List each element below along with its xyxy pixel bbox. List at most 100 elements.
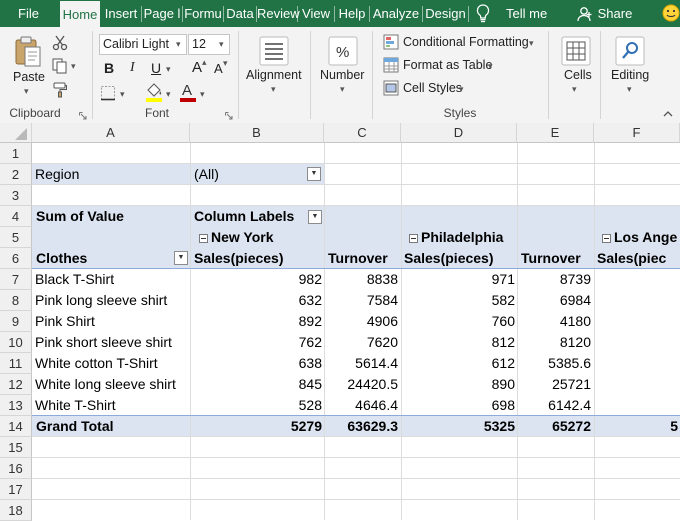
row-header-8[interactable]: 8 (0, 290, 32, 311)
paste-button[interactable]: Paste (13, 70, 45, 84)
tab-insert[interactable]: Insert (101, 0, 141, 27)
row-header-5[interactable]: 5 (0, 227, 32, 248)
tab-file[interactable]: File (0, 0, 57, 27)
share-person-icon[interactable] (577, 6, 593, 25)
cells-icon[interactable] (561, 36, 591, 69)
format-as-table-button[interactable]: Format as Table (403, 58, 492, 72)
number-dropdown-icon[interactable]: ▾ (340, 84, 345, 95)
font-launcher-icon[interactable] (225, 108, 233, 123)
row-header-10[interactable]: 10 (0, 332, 32, 353)
fill-color-icon[interactable] (145, 82, 163, 105)
row-header-1[interactable]: 1 (0, 143, 32, 164)
values-field-label[interactable]: Sum of Value (36, 206, 124, 227)
smiley-feedback-icon[interactable] (662, 4, 680, 25)
conditional-formatting-dropdown-icon[interactable]: ▾ (529, 38, 534, 49)
column-header-e[interactable]: E (517, 123, 594, 143)
row-field-label[interactable]: Clothes (36, 248, 87, 269)
collapse-ribbon-icon[interactable] (663, 106, 673, 121)
column-header-f[interactable]: F (594, 123, 680, 143)
format-as-table-dropdown-icon[interactable]: ▾ (488, 61, 493, 72)
row-header-18[interactable]: 18 (0, 500, 32, 521)
collapse-new-york-button[interactable] (199, 234, 208, 243)
cells-dropdown-icon[interactable]: ▾ (572, 84, 577, 95)
column-labels-dropdown-button[interactable]: ▼ (308, 210, 322, 224)
collapse-los-angeles-button[interactable] (602, 234, 611, 243)
city-header-los-angeles[interactable]: Los Ange (614, 227, 677, 248)
cell-styles-button[interactable]: Cell Styles (403, 81, 462, 95)
conditional-formatting-icon[interactable] (383, 34, 399, 53)
row-header-13[interactable]: 13 (0, 395, 32, 416)
city-header-philadelphia[interactable]: Philadelphia (421, 227, 503, 248)
cells-button[interactable]: Cells (564, 68, 592, 82)
copy-icon[interactable] (52, 58, 68, 77)
city-header-new-york[interactable]: New York (211, 227, 274, 248)
shrink-font-button[interactable]: A (214, 61, 223, 76)
paste-dropdown-icon[interactable]: ▾ (24, 86, 29, 97)
column-header-c[interactable]: C (324, 123, 401, 143)
font-color-icon[interactable]: A (180, 81, 196, 106)
column-labels-header[interactable]: Column Labels (194, 206, 294, 227)
tab-design[interactable]: Design (423, 0, 468, 27)
row-header-16[interactable]: 16 (0, 458, 32, 479)
cut-icon[interactable] (52, 35, 68, 54)
font-color-dropdown-icon[interactable]: ▾ (200, 89, 205, 100)
column-header-d[interactable]: D (401, 123, 517, 143)
grow-font-button[interactable]: A (192, 59, 202, 76)
alignment-icon[interactable] (259, 36, 289, 69)
underline-button[interactable]: U (151, 60, 161, 76)
editing-dropdown-icon[interactable]: ▾ (627, 84, 632, 95)
font-size-dropdown-icon[interactable]: ▾ (219, 39, 224, 50)
collapse-philadelphia-button[interactable] (409, 234, 418, 243)
share-button[interactable]: Share (595, 0, 635, 27)
filter-field-label[interactable]: Region (35, 164, 79, 185)
alignment-dropdown-icon[interactable]: ▾ (271, 84, 276, 95)
row-header-12[interactable]: 12 (0, 374, 32, 395)
row-header-11[interactable]: 11 (0, 353, 32, 374)
select-all-corner[interactable] (0, 123, 32, 143)
paste-icon[interactable] (14, 36, 42, 71)
tab-formulas[interactable]: Formu (183, 0, 223, 27)
fill-color-dropdown-icon[interactable]: ▾ (166, 89, 171, 100)
row-header-14[interactable]: 14 (0, 416, 32, 437)
tab-view[interactable]: View (298, 0, 334, 27)
tell-me-search[interactable]: Tell me (498, 0, 558, 27)
tab-data[interactable]: Data (224, 0, 256, 27)
font-name-dropdown-icon[interactable]: ▾ (176, 39, 181, 50)
bold-button[interactable]: B (104, 60, 114, 76)
tab-help[interactable]: Help (335, 0, 369, 27)
row-header-17[interactable]: 17 (0, 479, 32, 500)
borders-dropdown-icon[interactable]: ▾ (120, 89, 125, 100)
lightbulb-icon[interactable] (476, 4, 490, 26)
format-as-table-icon[interactable] (383, 57, 399, 76)
editing-search-icon[interactable] (615, 36, 645, 69)
cell-styles-icon[interactable] (383, 80, 399, 99)
underline-dropdown-icon[interactable]: ▾ (166, 64, 171, 75)
filter-field-value[interactable]: (All) (194, 164, 219, 185)
row-field-dropdown-button[interactable]: ▼ (174, 251, 188, 265)
conditional-formatting-button[interactable]: Conditional Formatting (403, 35, 529, 49)
row-header-4[interactable]: 4 (0, 206, 32, 227)
italic-button[interactable]: I (130, 60, 135, 76)
tab-analyze[interactable]: Analyze (370, 0, 422, 27)
tab-home[interactable]: Home (60, 1, 100, 27)
row-header-6[interactable]: 6 (0, 248, 32, 269)
format-painter-icon[interactable] (52, 82, 68, 101)
column-header-b[interactable]: B (190, 123, 324, 143)
clipboard-launcher-icon[interactable] (79, 108, 87, 123)
number-button[interactable]: Number (320, 68, 364, 82)
editing-button[interactable]: Editing (611, 68, 649, 82)
tab-review[interactable]: Review (257, 0, 300, 27)
number-format-icon[interactable]: % (328, 36, 358, 69)
row-header-3[interactable]: 3 (0, 185, 32, 206)
filter-dropdown-button[interactable]: ▼ (307, 167, 321, 181)
row-header-2[interactable]: 2 (0, 164, 32, 185)
row-header-15[interactable]: 15 (0, 437, 32, 458)
tab-page-layout[interactable]: Page l (142, 0, 182, 27)
alignment-button[interactable]: Alignment (246, 68, 302, 82)
cell-styles-dropdown-icon[interactable]: ▾ (459, 84, 464, 95)
copy-dropdown-icon[interactable]: ▾ (71, 61, 76, 72)
row-header-7[interactable]: 7 (0, 269, 32, 290)
column-header-a[interactable]: A (32, 123, 190, 143)
row-header-9[interactable]: 9 (0, 311, 32, 332)
font-name-box[interactable]: Calibri Light (99, 34, 187, 55)
